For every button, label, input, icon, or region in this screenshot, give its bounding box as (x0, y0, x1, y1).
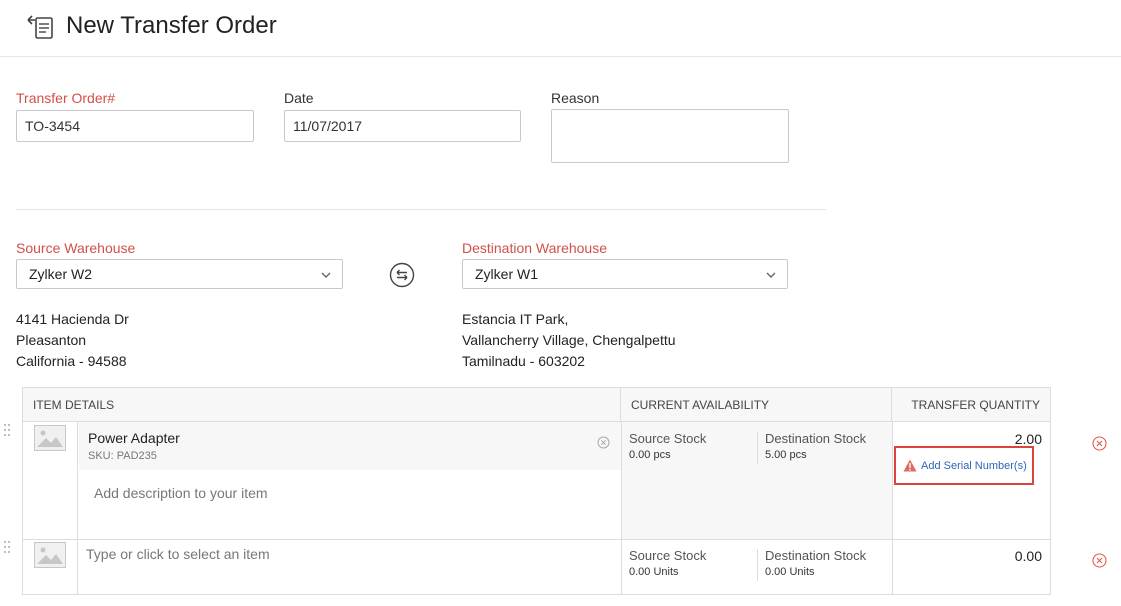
source-address-line: Pleasanton (16, 332, 87, 348)
destination-address-line: Vallancherry Village, Chengalpettu (462, 332, 676, 348)
destination-warehouse-select[interactable]: Zylker W1 (462, 259, 788, 289)
delete-row-icon[interactable] (1092, 436, 1107, 451)
destination-stock-value: 5.00 pcs (765, 449, 807, 461)
add-serial-number-link[interactable]: Add Serial Number(s) (921, 460, 1027, 472)
destination-address-line: Tamilnadu - 603202 (462, 353, 585, 369)
source-stock-value: 0.00 pcs (629, 449, 671, 461)
destination-stock-label: Destination Stock (765, 548, 867, 563)
header-transfer-quantity: TRANSFER QUANTITY (892, 388, 1050, 422)
destination-stock-value: 0.00 Units (765, 566, 815, 578)
header-current-availability: CURRENT AVAILABILITY (621, 388, 892, 422)
source-stock-value: 0.00 Units (629, 566, 679, 578)
date-input[interactable]: 11/07/2017 (284, 110, 521, 142)
transfer-quantity-input[interactable]: 2.00 (942, 431, 1042, 447)
destination-stock-label: Destination Stock (765, 431, 867, 446)
destination-warehouse-label: Destination Warehouse (462, 240, 608, 256)
source-warehouse-select[interactable]: Zylker W2 (16, 259, 343, 289)
chevron-down-icon (766, 272, 776, 278)
warning-icon (903, 459, 917, 472)
source-warehouse-value: Zylker W2 (29, 266, 92, 282)
image-placeholder-icon[interactable] (34, 425, 66, 451)
reason-textarea[interactable] (551, 109, 789, 163)
add-serial-number-highlight[interactable]: Add Serial Number(s) (894, 446, 1034, 485)
date-label: Date (284, 90, 314, 106)
drag-handle-icon[interactable] (3, 540, 11, 554)
transfer-order-input[interactable]: TO-3454 (16, 110, 254, 142)
destination-address-line: Estancia IT Park, (462, 311, 569, 327)
transfer-order-icon (27, 15, 53, 39)
transfer-order-label: Transfer Order# (16, 90, 116, 106)
item-name[interactable]: Power Adapter (88, 430, 180, 446)
source-stock-label: Source Stock (629, 548, 707, 563)
transfer-quantity-input[interactable]: 0.00 (942, 548, 1042, 564)
item-sku: SKU: PAD235 (88, 450, 157, 462)
chevron-down-icon (321, 272, 331, 278)
page-title: New Transfer Order (66, 12, 277, 39)
source-address-line: 4141 Hacienda Dr (16, 311, 129, 327)
source-address-line: California - 94588 (16, 353, 127, 369)
swap-warehouses-icon[interactable] (389, 262, 415, 288)
image-placeholder-icon[interactable] (34, 542, 66, 568)
delete-row-icon[interactable] (1092, 553, 1107, 568)
drag-handle-icon[interactable] (3, 423, 11, 437)
destination-address: Estancia IT Park, Vallancherry Village, … (462, 309, 676, 372)
item-description-input[interactable]: Add description to your item (94, 485, 268, 501)
source-address: 4141 Hacienda Dr Pleasanton California -… (16, 309, 129, 372)
select-item-input[interactable]: Type or click to select an item (86, 546, 270, 562)
section-divider (16, 209, 826, 210)
source-stock-label: Source Stock (629, 431, 707, 446)
page-header: New Transfer Order (0, 0, 1121, 57)
header-item-details: ITEM DETAILS (23, 388, 621, 422)
clear-item-icon[interactable] (597, 436, 610, 449)
reason-label: Reason (551, 90, 600, 106)
destination-warehouse-value: Zylker W1 (475, 266, 538, 282)
source-warehouse-label: Source Warehouse (16, 240, 136, 256)
